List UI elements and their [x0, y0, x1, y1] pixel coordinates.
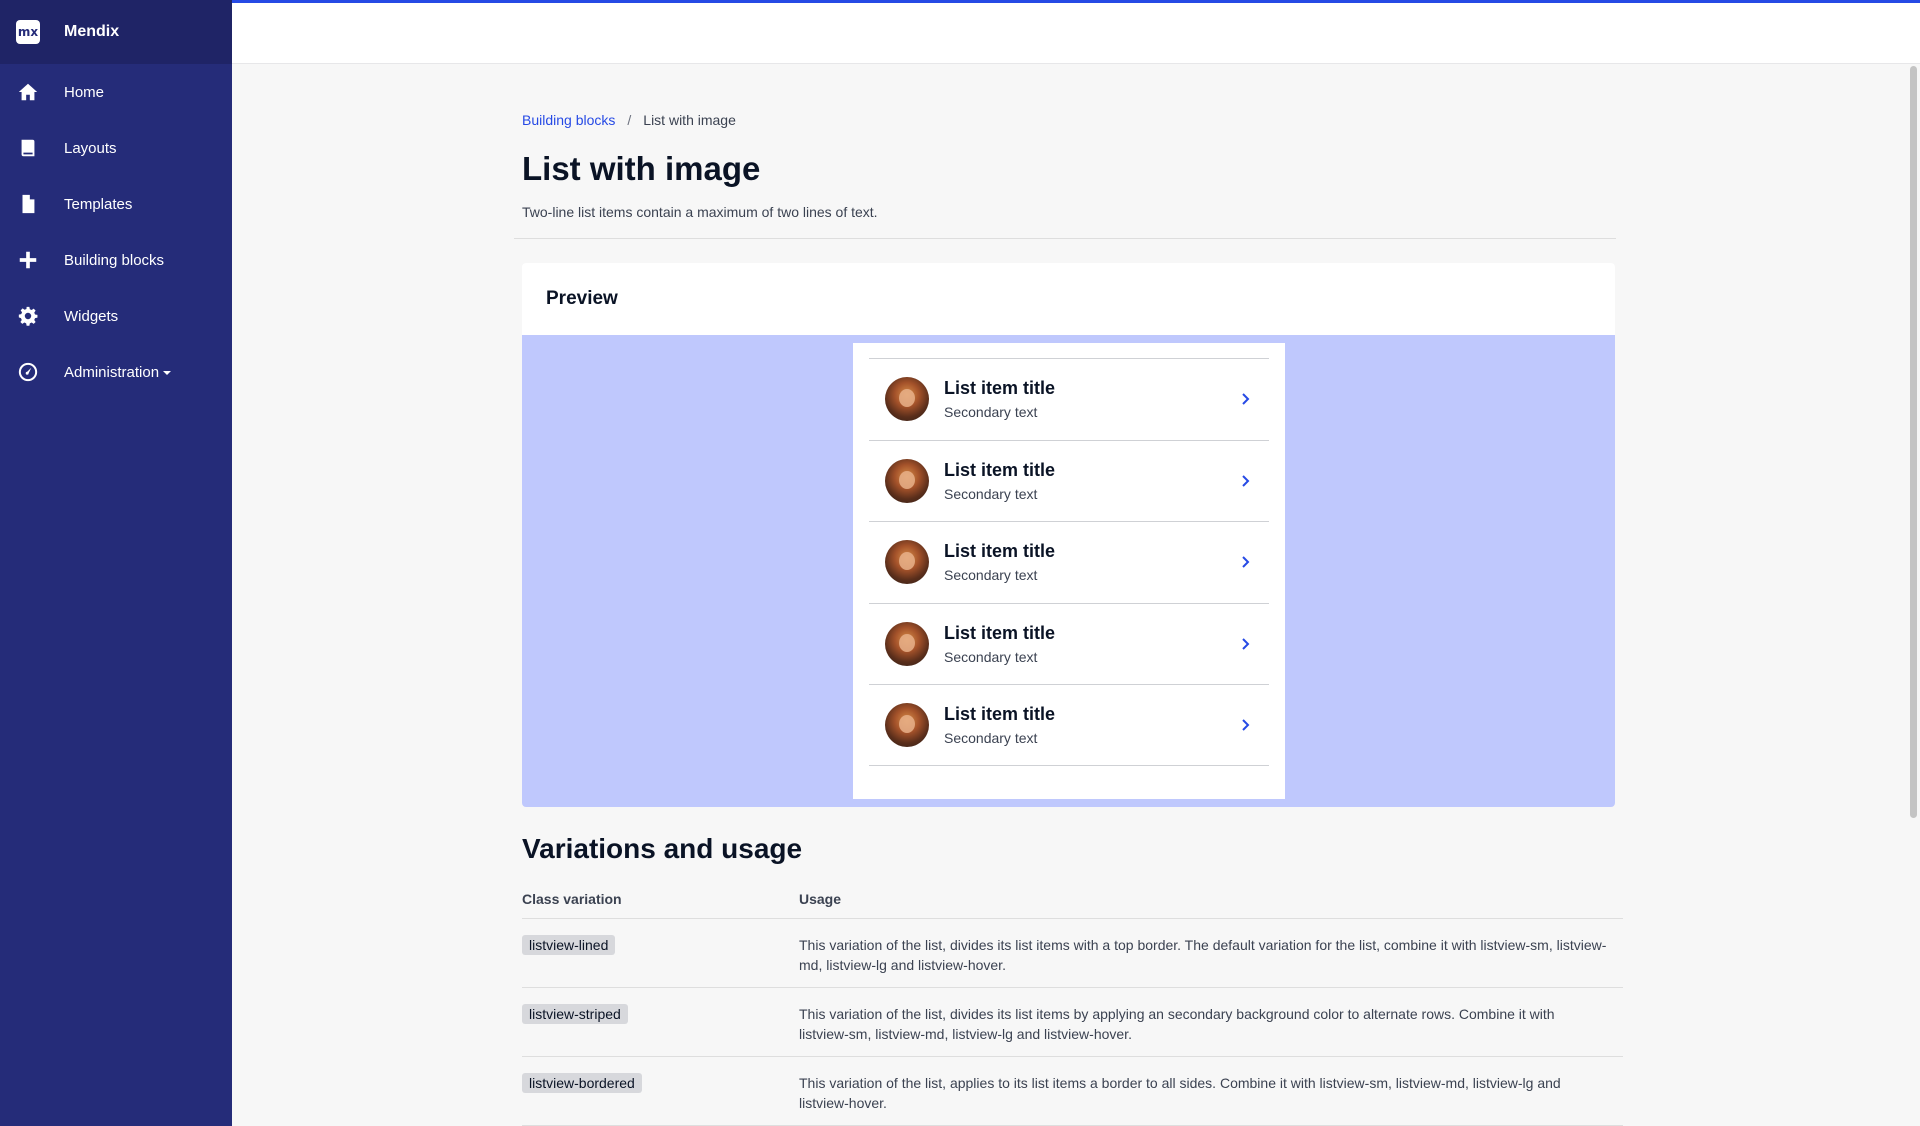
- preview-card: Preview List item title Secondary text L…: [522, 263, 1615, 807]
- caret-down-icon: [163, 370, 172, 375]
- list-item-text: List item title Secondary text: [944, 378, 1237, 420]
- breadcrumb: Building blocks / List with image: [522, 112, 1622, 128]
- avatar: [885, 377, 929, 422]
- breadcrumb-separator: /: [627, 112, 632, 128]
- scrollbar[interactable]: [1906, 64, 1920, 1126]
- administration-label: Administration: [64, 363, 160, 381]
- class-code: listview-lined: [522, 935, 616, 955]
- avatar: [885, 458, 929, 503]
- mendix-logo-icon: mx: [16, 20, 40, 44]
- sidebar-item-label: Templates: [64, 195, 133, 213]
- preview-area: List item title Secondary text List item…: [522, 335, 1615, 807]
- list-item-secondary: Secondary text: [944, 485, 1038, 502]
- top-bar: [232, 0, 1920, 64]
- list-item[interactable]: List item title Secondary text: [869, 602, 1269, 685]
- sidebar-item-label: Building blocks: [64, 251, 165, 269]
- sidebar-item-label: Widgets: [64, 307, 119, 325]
- list-item-title: List item title: [944, 541, 1056, 562]
- column-header-class: Class variation: [522, 891, 622, 907]
- list-item-title: List item title: [944, 703, 1056, 724]
- list-item-title: List item title: [944, 378, 1056, 399]
- table-row: listview-striped This variation of the l…: [522, 988, 1623, 1057]
- page-subtitle: Two-line list items contain a maximum of…: [522, 204, 878, 220]
- list-item-text: List item title Secondary text: [944, 623, 1237, 665]
- sidebar-item-label: Home: [64, 83, 105, 101]
- usage-cell: This variation of the list, divides its …: [799, 1006, 1555, 1042]
- list-view: List item title Secondary text List item…: [853, 343, 1285, 799]
- usage-cell: This variation of the list, applies to i…: [799, 1075, 1561, 1111]
- class-cell: listview-bordered: [522, 1073, 799, 1113]
- sidebar: mx Mendix Home Layouts Templates Buildin…: [0, 0, 232, 1126]
- list-item-text: List item title Secondary text: [944, 704, 1237, 746]
- list-item-title: List item title: [944, 459, 1056, 480]
- gear-icon: [16, 304, 40, 328]
- chevron-right-icon: [1237, 717, 1253, 733]
- book-icon: [16, 136, 40, 160]
- divider: [514, 238, 1616, 239]
- list-item-secondary: Secondary text: [944, 567, 1038, 584]
- avatar: [885, 540, 929, 585]
- variations-title: Variations and usage: [522, 833, 803, 864]
- list-item[interactable]: List item title Secondary text: [869, 684, 1269, 766]
- plus-icon: [16, 248, 40, 272]
- column-header-usage: Usage: [799, 891, 842, 907]
- list-item[interactable]: List item title Secondary text: [869, 521, 1269, 603]
- sidebar-item-templates[interactable]: Templates: [0, 176, 232, 232]
- app-name: Mendix: [64, 23, 120, 40]
- file-icon: [16, 192, 40, 216]
- main-content: Building blocks / List with image List w…: [514, 64, 1623, 1126]
- list-item-text: List item title Secondary text: [944, 541, 1237, 583]
- class-code: listview-striped: [522, 1004, 628, 1024]
- class-cell: listview-lined: [522, 935, 799, 975]
- variations-table: Class variation Usage listview-lined Thi…: [522, 891, 1623, 1126]
- sidebar-item-label: Administration: [64, 363, 172, 381]
- page-title: List with image: [522, 150, 761, 187]
- list-item-title: List item title: [944, 622, 1056, 643]
- class-cell: listview-striped: [522, 1004, 799, 1044]
- chevron-right-icon: [1237, 554, 1253, 570]
- sidebar-item-widgets[interactable]: Widgets: [0, 288, 232, 344]
- breadcrumb-link-building-blocks[interactable]: Building blocks: [522, 112, 615, 128]
- sidebar-item-administration[interactable]: Administration: [0, 344, 232, 400]
- list-item[interactable]: List item title Secondary text: [869, 358, 1269, 440]
- dashboard-icon: [16, 360, 40, 384]
- list-item-secondary: Secondary text: [944, 648, 1038, 665]
- usage-cell: This variation of the list, divides its …: [799, 937, 1607, 973]
- list-item-secondary: Secondary text: [944, 404, 1038, 421]
- chevron-right-icon: [1237, 636, 1253, 652]
- preview-header: Preview: [546, 288, 618, 309]
- sidebar-item-home[interactable]: Home: [0, 64, 232, 120]
- list-item-secondary: Secondary text: [944, 729, 1038, 746]
- list-item-text: List item title Secondary text: [944, 460, 1237, 502]
- class-code: listview-bordered: [522, 1073, 642, 1093]
- sidebar-item-building-blocks[interactable]: Building blocks: [0, 232, 232, 288]
- scrollbar-thumb[interactable]: [1910, 66, 1917, 818]
- sidebar-item-layouts[interactable]: Layouts: [0, 120, 232, 176]
- chevron-right-icon: [1237, 473, 1253, 489]
- table-row: listview-bordered This variation of the …: [522, 1057, 1623, 1126]
- sidebar-item-label: Layouts: [64, 139, 117, 157]
- table-header: Class variation Usage: [522, 891, 1623, 919]
- chevron-right-icon: [1237, 391, 1253, 407]
- breadcrumb-current: List with image: [643, 112, 736, 128]
- table-row: listview-lined This variation of the lis…: [522, 919, 1623, 988]
- list-item[interactable]: List item title Secondary text: [869, 439, 1269, 522]
- brand[interactable]: mx Mendix: [0, 0, 232, 64]
- home-icon: [16, 80, 40, 104]
- avatar: [885, 702, 929, 747]
- avatar: [885, 621, 929, 666]
